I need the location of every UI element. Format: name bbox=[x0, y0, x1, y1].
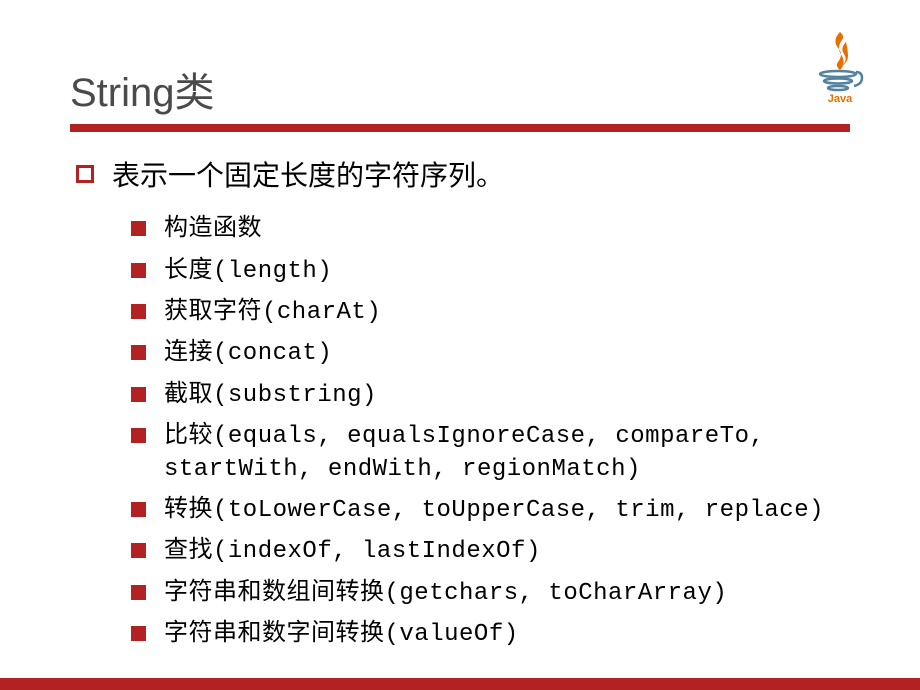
list-item: 查找(indexOf, lastIndexOf) bbox=[131, 536, 850, 568]
sub-bullet-icon bbox=[131, 543, 146, 558]
list-item: 字符串和数字间转换(valueOf) bbox=[131, 619, 850, 651]
list-item: 获取字符(charAt) bbox=[131, 297, 850, 329]
sub-item-text: 长度(length) bbox=[164, 256, 332, 288]
sub-bullet-icon bbox=[131, 263, 146, 278]
sub-bullet-icon bbox=[131, 221, 146, 236]
sub-item-text: 转换(toLowerCase, toUpperCase, trim, repla… bbox=[164, 495, 824, 527]
sub-bullet-icon bbox=[131, 304, 146, 319]
sub-item-text: 构造函数 bbox=[164, 214, 262, 246]
list-item: 转换(toLowerCase, toUpperCase, trim, repla… bbox=[131, 495, 850, 527]
sub-item-text: 字符串和数字间转换(valueOf) bbox=[164, 619, 519, 651]
sub-item-text: 字符串和数组间转换(getchars, toCharArray) bbox=[164, 578, 727, 610]
sub-item-text: 截取(substring) bbox=[164, 380, 377, 412]
sub-bullet-icon bbox=[131, 626, 146, 641]
sub-bullet-icon bbox=[131, 502, 146, 517]
slide-header: String类 bbox=[70, 60, 850, 132]
sub-bullet-icon bbox=[131, 387, 146, 402]
sub-item-text: 获取字符(charAt) bbox=[164, 297, 381, 329]
sub-item-text: 比较(equals, equalsIgnoreCase, compareTo, … bbox=[164, 421, 850, 486]
list-item: 长度(length) bbox=[131, 256, 850, 288]
sub-list: 构造函数 长度(length) 获取字符(charAt) 连接(concat) … bbox=[131, 214, 850, 651]
sub-bullet-icon bbox=[131, 428, 146, 443]
list-item: 字符串和数组间转换(getchars, toCharArray) bbox=[131, 578, 850, 610]
title-underline bbox=[70, 124, 850, 132]
sub-bullet-icon bbox=[131, 585, 146, 600]
main-point-text: 表示一个固定长度的字符序列。 bbox=[112, 157, 504, 196]
list-item: 比较(equals, equalsIgnoreCase, compareTo, … bbox=[131, 421, 850, 486]
main-point: 表示一个固定长度的字符序列。 bbox=[76, 157, 850, 196]
main-bullet-icon bbox=[76, 165, 94, 183]
sub-item-text: 连接(concat) bbox=[164, 338, 332, 370]
sub-bullet-icon bbox=[131, 345, 146, 360]
bottom-accent-bar bbox=[0, 678, 920, 690]
slide-container: Java String类 表示一个固定长度的字符序列。 构造函数 长度(leng… bbox=[0, 0, 920, 690]
list-item: 截取(substring) bbox=[131, 380, 850, 412]
list-item: 连接(concat) bbox=[131, 338, 850, 370]
sub-item-text: 查找(indexOf, lastIndexOf) bbox=[164, 536, 541, 568]
list-item: 构造函数 bbox=[131, 214, 850, 246]
slide-title: String类 bbox=[70, 60, 850, 124]
slide-content: 表示一个固定长度的字符序列。 构造函数 长度(length) 获取字符(char… bbox=[70, 157, 850, 651]
